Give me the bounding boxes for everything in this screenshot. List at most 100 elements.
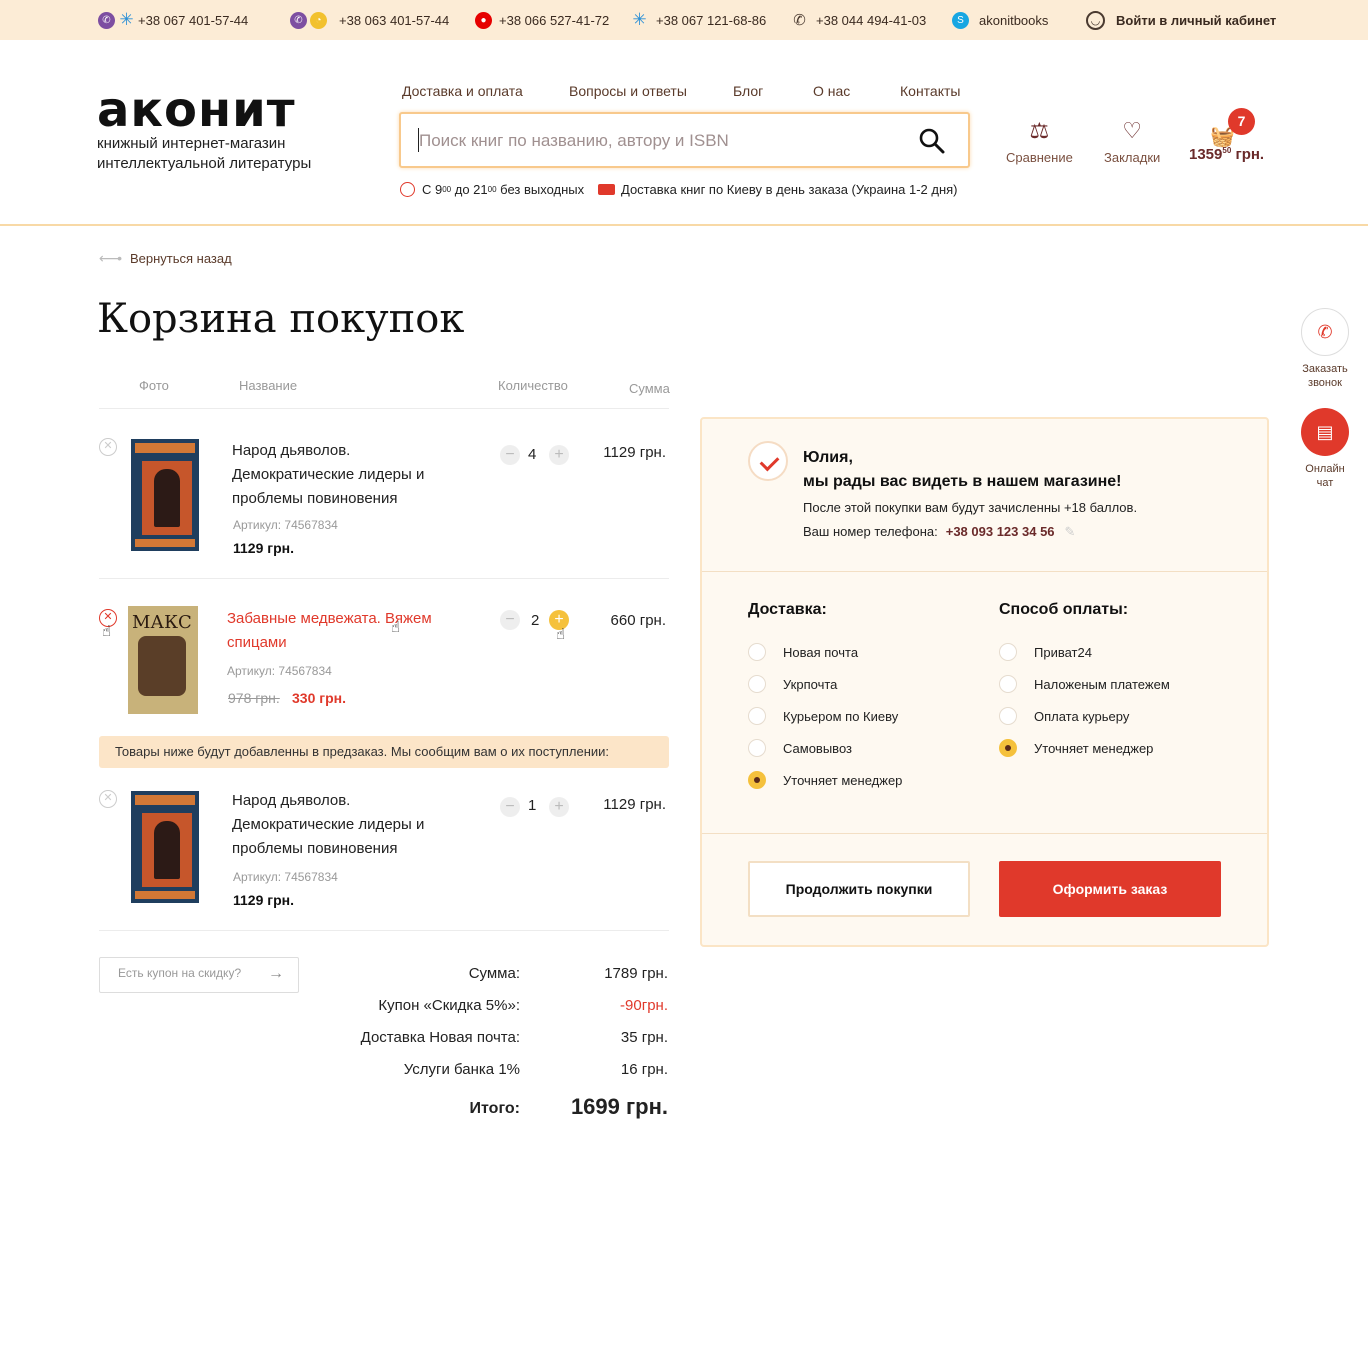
qty-decrease-button[interactable]: − bbox=[500, 797, 520, 817]
item-sum: 1129 грн. bbox=[603, 444, 666, 461]
nav-delivery[interactable]: Доставка и оплата bbox=[402, 83, 523, 99]
pointer-cursor-icon: ☝ bbox=[102, 623, 112, 640]
skype-icon: S bbox=[952, 11, 969, 29]
phone-number: +38 067 401-57-44 bbox=[138, 12, 249, 28]
radio-button[interactable] bbox=[999, 643, 1017, 661]
phone-number: +38 067 121-68-86 bbox=[656, 12, 767, 28]
option-label: Укрпочта bbox=[783, 676, 838, 692]
radio-button-selected[interactable] bbox=[999, 739, 1017, 757]
skype-contact[interactable]: S akonitbooks bbox=[952, 0, 1048, 40]
hours-to: до 21 bbox=[451, 182, 488, 197]
total-sum-label: Сумма: bbox=[468, 965, 520, 982]
delivery-option-nova-poshta[interactable]: Новая почта bbox=[748, 643, 858, 661]
delivery-option-ukrposhta[interactable]: Укрпочта bbox=[748, 675, 837, 693]
nav-contacts[interactable]: Контакты bbox=[900, 83, 960, 99]
radio-button[interactable] bbox=[748, 739, 766, 757]
payment-option-courier[interactable]: Оплата курьеру bbox=[999, 707, 1129, 725]
place-order-button[interactable]: Оформить заказ bbox=[999, 861, 1221, 917]
compare-button[interactable]: ⚖ Сравнение bbox=[1006, 118, 1073, 165]
divider bbox=[99, 930, 669, 931]
callback-widget[interactable]: ✆ Заказать звонок bbox=[1297, 308, 1353, 390]
book-sale-price: 330 грн. bbox=[292, 690, 346, 706]
login-link[interactable]: ◡ Войти в личный кабинет bbox=[1086, 0, 1276, 40]
delivery-option-courier[interactable]: Курьером по Киеву bbox=[748, 707, 898, 725]
working-hours: С 9 00 до 21 00 без выходных bbox=[400, 182, 584, 197]
payment-option-cod[interactable]: Наложеным платежем bbox=[999, 675, 1170, 693]
page-title: Корзина покупок bbox=[97, 296, 465, 342]
item-sum: 660 грн. bbox=[610, 612, 666, 629]
arrow-left-icon: ⟵• bbox=[99, 250, 122, 266]
coupon-discount-value: -90грн. bbox=[620, 997, 668, 1014]
book-price: 1129 грн. bbox=[233, 540, 294, 556]
back-link[interactable]: ⟵• Вернуться назад bbox=[99, 250, 232, 267]
remove-item-icon[interactable]: ✕ bbox=[99, 790, 117, 808]
viber-icon: ✆ bbox=[98, 11, 115, 29]
payment-option-privat24[interactable]: Приват24 bbox=[999, 643, 1092, 661]
phone-contact-5[interactable]: ✆ +38 044 494-41-03 bbox=[791, 0, 926, 40]
radio-button[interactable] bbox=[748, 643, 766, 661]
total-sum-value: 1789 грн. bbox=[604, 965, 668, 982]
search-input[interactable] bbox=[419, 126, 899, 156]
payment-option-manager[interactable]: Уточняет менеджер bbox=[999, 739, 1153, 757]
callback-label-1: Заказать bbox=[1302, 363, 1348, 375]
delivery-option-pickup[interactable]: Самовывоз bbox=[748, 739, 852, 757]
bank-fee-label: Услуги банка 1% bbox=[403, 1061, 520, 1078]
nav-blog[interactable]: Блог bbox=[733, 83, 763, 99]
phone-incoming-icon: ✆ bbox=[1301, 308, 1349, 356]
radio-button[interactable] bbox=[999, 707, 1017, 725]
phone-contact-1[interactable]: ✆ ✳ +38 067 401-57-44 bbox=[98, 0, 248, 40]
viber-icon: ✆ bbox=[290, 11, 307, 29]
top-contact-bar: ✆ ✳ +38 067 401-57-44 ✆ ◔ +38 063 401-57… bbox=[0, 0, 1368, 40]
continue-shopping-button[interactable]: Продолжить покупки bbox=[748, 861, 970, 917]
option-label: Наложеным платежем bbox=[1034, 676, 1170, 692]
bookmarks-button[interactable]: ♡ Закладки bbox=[1104, 118, 1160, 165]
remove-item-icon[interactable]: ✕ bbox=[99, 438, 117, 456]
radio-button[interactable] bbox=[999, 675, 1017, 693]
phone-contact-3[interactable]: ● +38 066 527-41-72 bbox=[475, 0, 609, 40]
delivery-option-manager[interactable]: Уточняет менеджер bbox=[748, 771, 902, 789]
greeting-message: мы рады вас видеть в нашем магазине! bbox=[803, 473, 1122, 490]
logo-tagline: книжный интернет-магазин интеллектуально… bbox=[97, 135, 312, 172]
book-title-link[interactable]: Народ дьяволов. Демократические лидеры и… bbox=[232, 439, 452, 511]
qty-value: 1 bbox=[528, 797, 537, 814]
customer-phone: Ваш номер телефона: +38 093 123 34 56 ✎ bbox=[803, 524, 1075, 540]
qty-decrease-button[interactable]: − bbox=[500, 610, 520, 630]
chat-widget[interactable]: ▤ Онлайн чат bbox=[1297, 408, 1353, 490]
divider bbox=[702, 571, 1267, 572]
divider bbox=[702, 833, 1267, 834]
logo[interactable]: аконит bbox=[97, 86, 296, 134]
nav-faq[interactable]: Вопросы и ответы bbox=[569, 83, 687, 99]
cart-button[interactable]: 🧺 7 135950 грн. bbox=[1188, 108, 1278, 168]
delivery-info-text: Доставка книг по Киеву в день заказа (Ук… bbox=[621, 182, 958, 197]
qty-decrease-button[interactable]: − bbox=[500, 445, 520, 465]
phone-value: +38 093 123 34 56 bbox=[945, 524, 1055, 539]
book-sku: Артикул: 74567834 bbox=[227, 664, 332, 678]
divider bbox=[99, 408, 669, 409]
kyivstar-icon: ✳ bbox=[632, 10, 647, 29]
hours-suffix: без выходных bbox=[496, 182, 585, 197]
radio-button[interactable] bbox=[748, 675, 766, 693]
radio-button-selected[interactable] bbox=[748, 771, 766, 789]
option-label: Уточняет менеджер bbox=[783, 772, 903, 788]
option-label: Приват24 bbox=[1034, 644, 1092, 660]
column-header-sum: Сумма bbox=[629, 381, 670, 396]
pencil-icon[interactable]: ✎ bbox=[1065, 524, 1076, 539]
logo-text: аконит bbox=[97, 82, 296, 138]
kyivstar-icon: ✳ bbox=[119, 10, 134, 29]
column-header-quantity: Количество bbox=[498, 378, 568, 393]
book-cover-image[interactable] bbox=[131, 791, 199, 903]
coupon-discount-label: Купон «Скидка 5%»: bbox=[378, 997, 520, 1014]
book-title-link[interactable]: Забавные медвежата. Вяжем спицами bbox=[227, 607, 447, 655]
book-cover-image[interactable] bbox=[131, 439, 199, 551]
book-cover-image[interactable]: МАКС bbox=[128, 606, 198, 714]
nav-about[interactable]: О нас bbox=[813, 83, 850, 99]
phone-contact-2[interactable]: ✆ ◔ +38 063 401-57-44 bbox=[290, 0, 449, 40]
delivery-cost-label: Доставка Новая почта: bbox=[360, 1029, 520, 1046]
search-icon[interactable] bbox=[918, 127, 946, 155]
chat-label-1: Онлайн bbox=[1305, 463, 1345, 475]
order-panel: Юлия, мы рады вас видеть в нашем магазин… bbox=[700, 417, 1269, 947]
site-header: аконит книжный интернет-магазин интеллек… bbox=[0, 40, 1368, 226]
book-title-link[interactable]: Народ дьяволов. Демократические лидеры и… bbox=[232, 789, 452, 861]
radio-button[interactable] bbox=[748, 707, 766, 725]
phone-contact-4[interactable]: ✳ +38 067 121-68-86 bbox=[631, 0, 766, 40]
